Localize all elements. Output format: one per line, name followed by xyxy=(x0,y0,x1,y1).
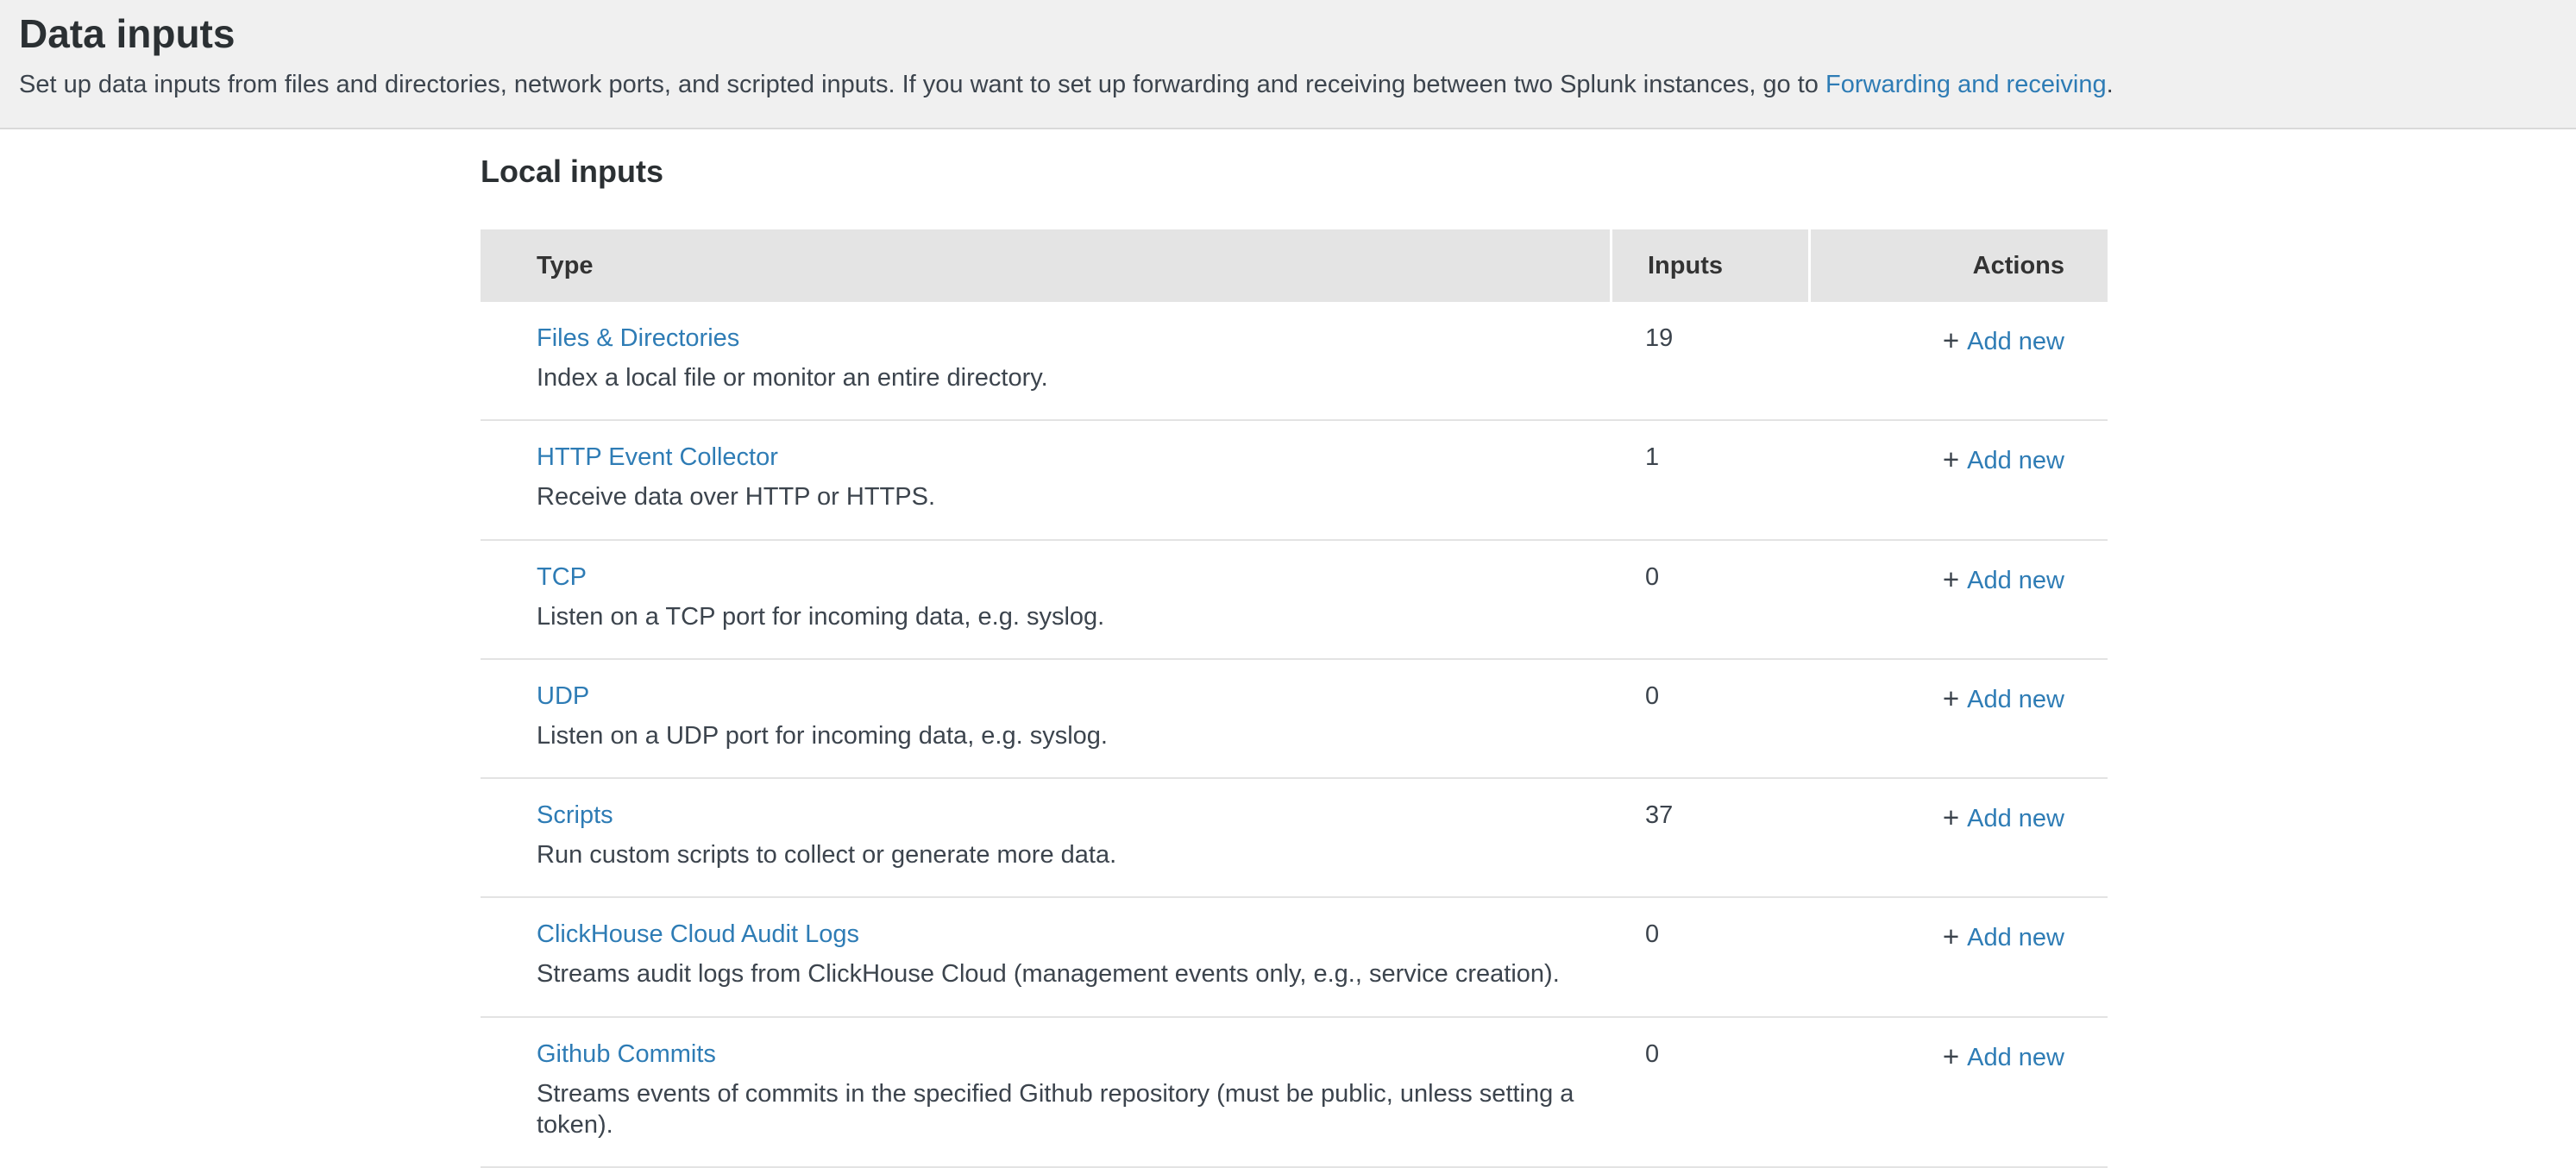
add-new-link[interactable]: +Add new xyxy=(1943,805,2064,832)
type-cell: Github Commits Streams events of commits… xyxy=(481,1040,1610,1141)
plus-icon: + xyxy=(1943,324,1959,356)
input-type-link[interactable]: Files & Directories xyxy=(537,324,739,353)
page-title: Data inputs xyxy=(19,10,2550,57)
column-header-type: Type xyxy=(481,252,1610,280)
input-type-description: Listen on a TCP port for incoming data, … xyxy=(537,601,1610,632)
add-new-link[interactable]: +Add new xyxy=(1943,567,2064,594)
table-row: UDP Listen on a UDP port for incoming da… xyxy=(481,660,2108,779)
plus-icon: + xyxy=(1943,801,1959,833)
plus-icon: + xyxy=(1943,920,1959,952)
input-count: 0 xyxy=(1610,1040,1808,1069)
add-new-link[interactable]: +Add new xyxy=(1943,924,2064,951)
table-row: HTTP Event Collector Receive data over H… xyxy=(481,421,2108,540)
column-header-actions: Actions xyxy=(1808,229,2108,302)
add-new-label: Add new xyxy=(1967,567,2064,594)
actions-cell: + Add new xyxy=(1808,563,2108,596)
actions-cell: + Add new xyxy=(1808,682,2108,715)
inputs-table: Type Inputs Actions Files & Directories … xyxy=(481,229,2108,1168)
page-subtitle: Set up data inputs from files and direct… xyxy=(19,69,2550,102)
input-type-description: Index a local file or monitor an entire … xyxy=(537,362,1610,393)
type-cell: HTTP Event Collector Receive data over H… xyxy=(481,443,1610,512)
subtitle-text: Set up data inputs from files and direct… xyxy=(19,71,1825,98)
input-count: 0 xyxy=(1610,563,1808,592)
plus-icon: + xyxy=(1943,563,1959,595)
input-type-description: Streams audit logs from ClickHouse Cloud… xyxy=(537,958,1610,989)
input-type-link[interactable]: TCP xyxy=(537,563,587,592)
add-new-link[interactable]: +Add new xyxy=(1943,328,2064,355)
actions-cell: + Add new xyxy=(1808,324,2108,357)
input-type-link[interactable]: HTTP Event Collector xyxy=(537,443,778,472)
add-new-label: Add new xyxy=(1967,924,2064,951)
plus-icon: + xyxy=(1943,443,1959,475)
actions-cell: + Add new xyxy=(1808,1040,2108,1073)
add-new-label: Add new xyxy=(1967,447,2064,474)
add-new-link[interactable]: +Add new xyxy=(1943,447,2064,474)
inputs-table-header: Type Inputs Actions xyxy=(481,229,2108,302)
input-count: 1 xyxy=(1610,443,1808,472)
table-row: ClickHouse Cloud Audit Logs Streams audi… xyxy=(481,898,2108,1017)
subtitle-period: . xyxy=(2107,71,2114,98)
table-row: Files & Directories Index a local file o… xyxy=(481,302,2108,421)
table-row: TCP Listen on a TCP port for incoming da… xyxy=(481,541,2108,660)
type-cell: Files & Directories Index a local file o… xyxy=(481,324,1610,393)
input-type-description: Streams events of commits in the specifi… xyxy=(537,1078,1610,1141)
input-count: 19 xyxy=(1610,324,1808,353)
column-header-inputs: Inputs xyxy=(1610,229,1808,302)
actions-cell: + Add new xyxy=(1808,920,2108,953)
add-new-label: Add new xyxy=(1967,805,2064,832)
local-inputs-heading: Local inputs xyxy=(481,154,2108,190)
add-new-label: Add new xyxy=(1967,686,2064,713)
table-row: Github Commits Streams events of commits… xyxy=(481,1018,2108,1168)
input-type-link[interactable]: Scripts xyxy=(537,801,613,830)
input-type-description: Receive data over HTTP or HTTPS. xyxy=(537,481,1610,512)
type-cell: UDP Listen on a UDP port for incoming da… xyxy=(481,682,1610,751)
type-cell: TCP Listen on a TCP port for incoming da… xyxy=(481,563,1610,632)
type-cell: ClickHouse Cloud Audit Logs Streams audi… xyxy=(481,920,1610,989)
inputs-table-body: Files & Directories Index a local file o… xyxy=(481,302,2108,1168)
input-count: 37 xyxy=(1610,801,1808,830)
input-type-description: Listen on a UDP port for incoming data, … xyxy=(537,720,1610,751)
forwarding-and-receiving-link[interactable]: Forwarding and receiving xyxy=(1825,71,2107,98)
actions-cell: + Add new xyxy=(1808,443,2108,476)
plus-icon: + xyxy=(1943,682,1959,714)
type-cell: Scripts Run custom scripts to collect or… xyxy=(481,801,1610,870)
plus-icon: + xyxy=(1943,1040,1959,1072)
input-type-description: Run custom scripts to collect or generat… xyxy=(537,839,1610,870)
input-count: 0 xyxy=(1610,682,1808,711)
input-type-link[interactable]: Github Commits xyxy=(537,1040,716,1069)
add-new-link[interactable]: +Add new xyxy=(1943,1044,2064,1071)
table-row: Scripts Run custom scripts to collect or… xyxy=(481,779,2108,898)
add-new-label: Add new xyxy=(1967,328,2064,355)
actions-cell: + Add new xyxy=(1808,801,2108,834)
input-count: 0 xyxy=(1610,920,1808,949)
input-type-link[interactable]: ClickHouse Cloud Audit Logs xyxy=(537,920,859,949)
add-new-link[interactable]: +Add new xyxy=(1943,686,2064,713)
page-header: Data inputs Set up data inputs from file… xyxy=(0,0,2576,129)
local-inputs-section: Local inputs Type Inputs Actions Files &… xyxy=(481,154,2108,1168)
input-type-link[interactable]: UDP xyxy=(537,682,589,711)
add-new-label: Add new xyxy=(1967,1044,2064,1071)
